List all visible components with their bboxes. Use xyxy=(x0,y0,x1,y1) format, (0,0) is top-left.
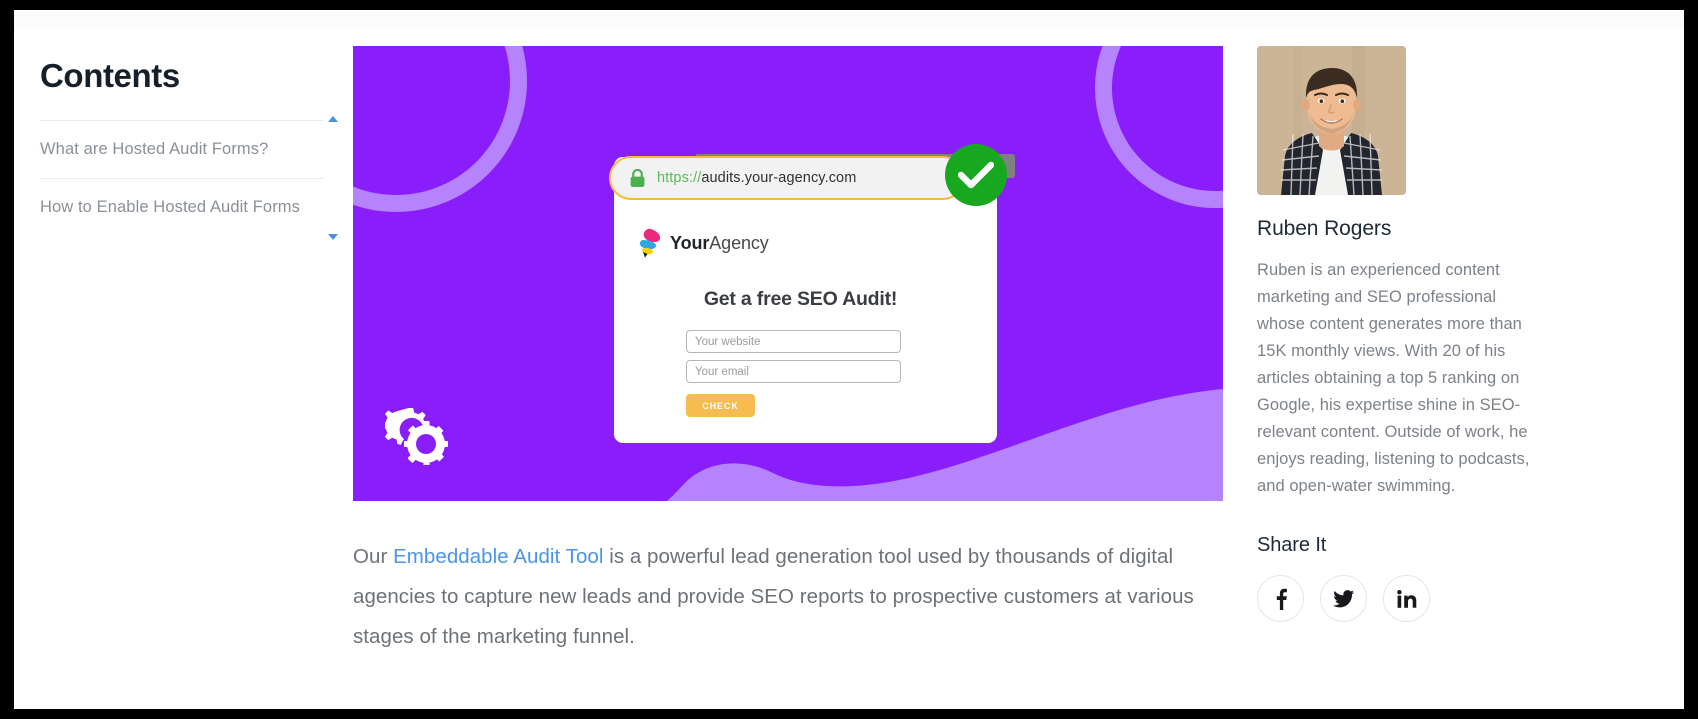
form-heading: Get a free SEO Audit! xyxy=(703,288,898,310)
website-input[interactable]: Your website xyxy=(686,330,901,353)
share-heading: Share It xyxy=(1257,534,1327,557)
author-bio: Ruben is an experienced content marketin… xyxy=(1257,261,1530,496)
share-twitter-button[interactable] xyxy=(1320,575,1367,623)
check-glyph xyxy=(958,161,994,189)
browser-mockup: https://audits.your-agency.com YourAgenc… xyxy=(609,102,1015,443)
brand-name: YourAgency xyxy=(670,233,769,254)
article-paragraph: Our Embeddable Audit Tool is a powerful … xyxy=(353,537,1223,656)
share-linkedin-button[interactable] xyxy=(1383,575,1430,623)
triangle-down-icon[interactable] xyxy=(328,233,338,240)
contents-heading: Contents xyxy=(40,57,180,94)
email-input[interactable]: Your email xyxy=(686,360,901,383)
twitter-icon xyxy=(1333,590,1354,608)
toc-item-2[interactable]: How to Enable Hosted Audit Forms xyxy=(40,178,324,236)
url-host: audits.your-agency.com xyxy=(701,170,857,186)
main-column: https://audits.your-agency.com YourAgenc… xyxy=(353,46,1223,656)
avatar xyxy=(1257,46,1406,195)
author-sidebar: Ruben Rogers Ruben is an experienced con… xyxy=(1257,46,1557,623)
table-of-contents: Contents What are Hosted Audit Forms? Ho… xyxy=(28,57,338,240)
article-page: Contents What are Hosted Audit Forms? Ho… xyxy=(14,10,1684,709)
embeddable-audit-tool-link[interactable]: Embeddable Audit Tool xyxy=(393,545,603,568)
linkedin-icon xyxy=(1396,589,1416,608)
triangle-up-icon[interactable] xyxy=(328,116,338,123)
check-button[interactable]: CHECK xyxy=(686,394,755,417)
screenshot-frame: Contents What are Hosted Audit Forms? Ho… xyxy=(0,0,1698,719)
hero-banner: https://audits.your-agency.com YourAgenc… xyxy=(353,46,1223,501)
decor-ring-left xyxy=(353,46,527,212)
lock-icon xyxy=(630,168,645,187)
url-bar[interactable]: https://audits.your-agency.com xyxy=(609,156,965,200)
gears-icon xyxy=(385,408,448,465)
paragraph-prefix: Our xyxy=(353,545,394,568)
url-scheme: https:// xyxy=(657,170,702,186)
brand-lockup: YourAgency xyxy=(636,228,769,258)
share-buttons xyxy=(1257,575,1557,623)
share-facebook-button[interactable] xyxy=(1257,575,1304,623)
decor-ring-right xyxy=(1095,46,1223,208)
toc-item-1[interactable]: What are Hosted Audit Forms? xyxy=(40,120,324,178)
green-check-icon xyxy=(945,144,1007,206)
brand-name-bold: Your xyxy=(670,232,710,253)
page-top-strip xyxy=(14,10,1684,28)
facebook-icon xyxy=(1276,588,1287,610)
avatar-photo xyxy=(1257,46,1406,195)
brand-name-rest: Agency xyxy=(709,232,769,253)
contents-list: What are Hosted Audit Forms? How to Enab… xyxy=(28,116,338,240)
author-name: Ruben Rogers xyxy=(1257,217,1392,240)
youragency-logo-icon xyxy=(639,228,661,258)
url-text: https://audits.your-agency.com xyxy=(657,170,856,186)
